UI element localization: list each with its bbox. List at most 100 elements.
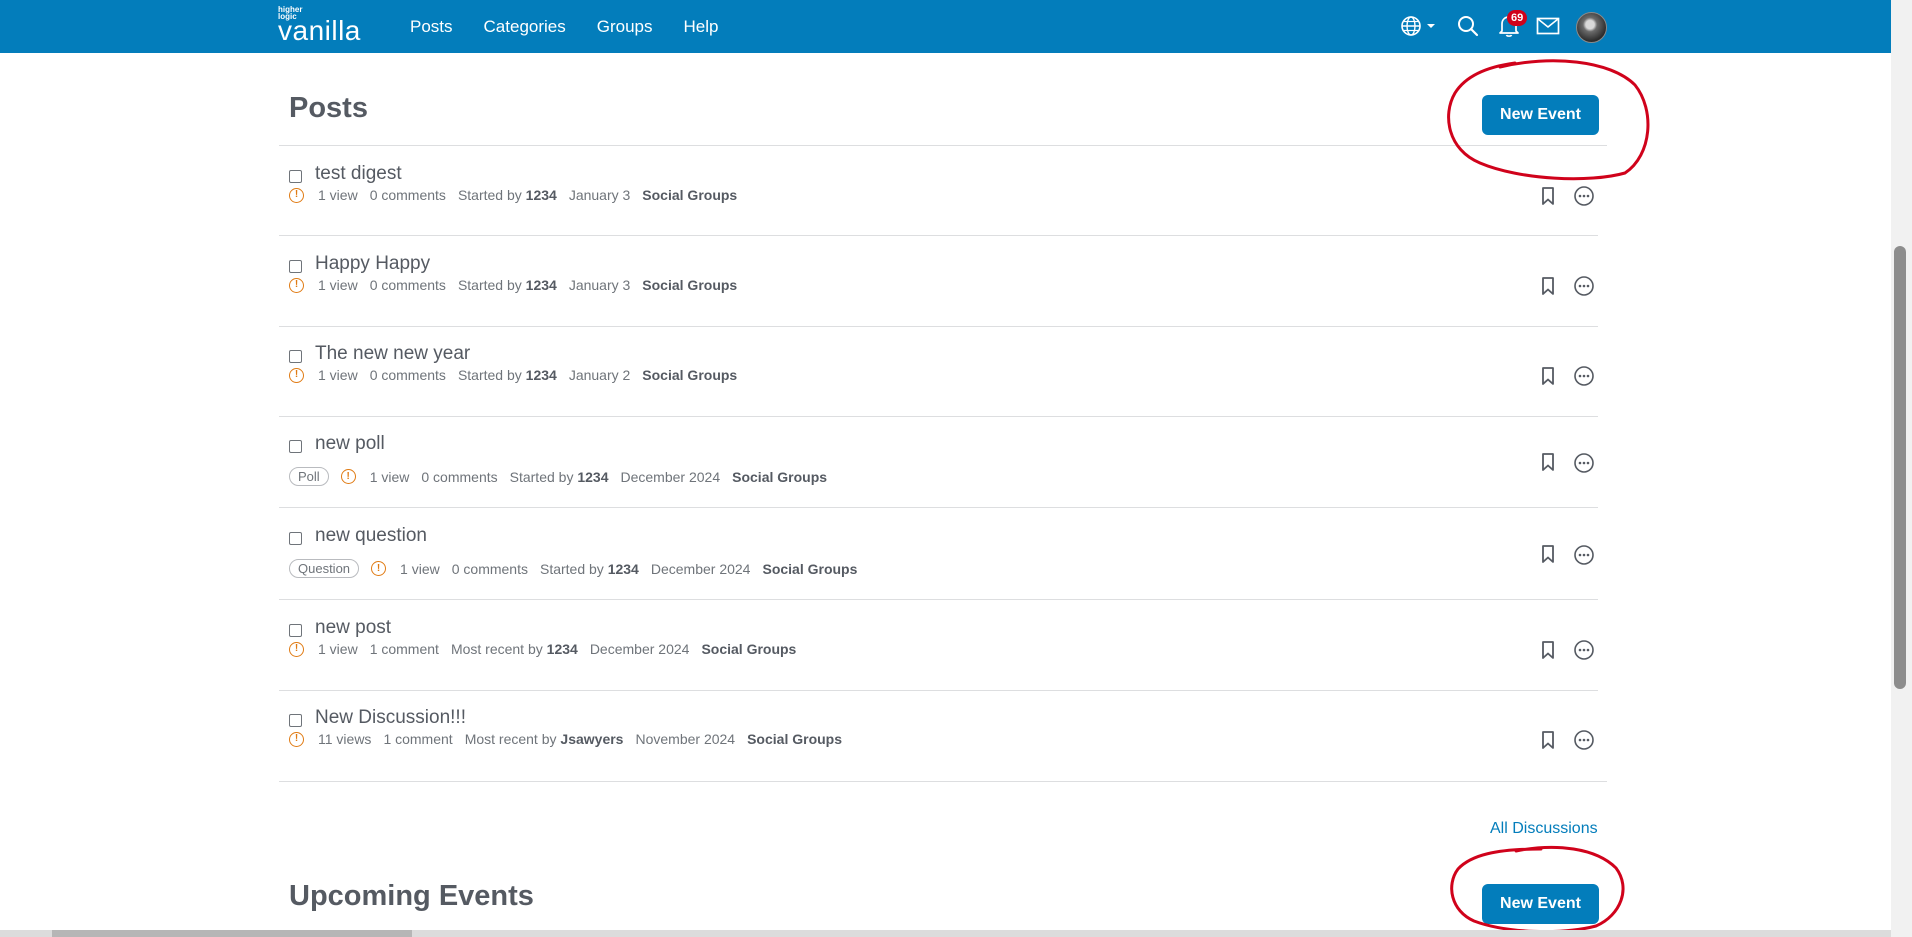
warning-icon: !: [289, 367, 304, 383]
post-row[interactable]: Happy Happy! 1 view 0 comments Started by 1…: [279, 238, 1598, 328]
author-name[interactable]: 1234: [526, 367, 557, 383]
comment-count: 0 comments: [369, 187, 446, 203]
nav-categories[interactable]: Categories: [484, 17, 566, 37]
post-category[interactable]: Social Groups: [642, 187, 737, 203]
post-title[interactable]: Happy Happy: [315, 253, 430, 275]
post-date: January 3: [568, 187, 631, 203]
nav-groups[interactable]: Groups: [597, 17, 653, 37]
select-post-checkbox[interactable]: [289, 532, 302, 545]
logo-main-text: vanilla: [278, 15, 361, 46]
post-type-tag: Poll: [289, 467, 329, 486]
avatar[interactable]: [1576, 12, 1607, 43]
comment-count: 0 comments: [369, 367, 446, 383]
globe-icon: [1401, 16, 1421, 36]
all-discussions-link[interactable]: All Discussions: [1490, 820, 1598, 838]
select-post-checkbox[interactable]: [289, 260, 302, 273]
post-date: December 2024: [650, 560, 751, 577]
post-title[interactable]: The new new year: [315, 343, 470, 365]
row-divider: [279, 235, 1598, 236]
bookmark-icon[interactable]: [1541, 640, 1555, 660]
messages-button[interactable]: [1534, 12, 1562, 40]
new-event-button[interactable]: New Event: [1482, 95, 1599, 135]
top-navigation-bar: higher logic vanilla Posts Categories Gr…: [0, 0, 1891, 53]
bookmark-icon[interactable]: [1541, 366, 1555, 386]
post-date: January 2: [568, 367, 631, 383]
post-meta: ! 1 view 0 comments Started by 1234 January …: [289, 367, 749, 383]
author-info: Started by 1234: [458, 277, 557, 293]
more-options-icon[interactable]: [1573, 185, 1595, 207]
post-meta: ! 11 views 1 comment Most recent by Jsawyer…: [289, 731, 854, 747]
post-type-tag: Question: [289, 559, 360, 578]
author-label: Started by: [509, 468, 574, 485]
scrollbar-thumb[interactable]: [1894, 246, 1906, 689]
search-button[interactable]: [1454, 12, 1482, 40]
warning-icon: !: [289, 641, 304, 657]
comment-count: 0 comments: [369, 277, 446, 293]
language-selector[interactable]: [1398, 12, 1438, 40]
author-name[interactable]: 1234: [526, 187, 557, 203]
author-info: Started by 1234: [510, 469, 609, 485]
vanilla-logo[interactable]: higher logic vanilla: [278, 6, 361, 46]
post-category[interactable]: Social Groups: [732, 469, 827, 485]
author-name[interactable]: 1234: [577, 469, 608, 485]
comment-count: 0 comments: [451, 560, 528, 577]
post-title[interactable]: new question: [315, 525, 427, 547]
bookmark-icon[interactable]: [1541, 276, 1555, 296]
post-row[interactable]: The new new year! 1 view 0 comments Started…: [279, 328, 1598, 418]
more-options-icon[interactable]: [1573, 365, 1595, 387]
author-name[interactable]: Jsawyers: [560, 731, 623, 747]
comment-count: 0 comments: [421, 468, 498, 485]
nav-help[interactable]: Help: [684, 17, 719, 37]
post-meta: Poll! 1 view 0 comments Started by 1234 Dece…: [289, 467, 839, 486]
post-row[interactable]: new post! 1 view 1 comment Most recent by 1…: [279, 602, 1598, 692]
row-divider: [279, 416, 1598, 417]
post-row[interactable]: test digest! 1 view 0 comments Started by 1…: [279, 148, 1598, 238]
bookmark-icon[interactable]: [1541, 544, 1555, 564]
more-options-icon[interactable]: [1573, 275, 1595, 297]
warning-icon: !: [340, 469, 356, 484]
bookmark-icon[interactable]: [1541, 730, 1555, 750]
more-options-icon[interactable]: [1573, 639, 1595, 661]
select-post-checkbox[interactable]: [289, 714, 302, 727]
more-options-icon[interactable]: [1573, 544, 1595, 566]
author-label: Most recent by: [450, 641, 543, 657]
post-title[interactable]: new post: [315, 617, 391, 639]
post-row[interactable]: new question Question! 1 view 0 comments Sta…: [279, 510, 1598, 600]
post-title[interactable]: new poll: [315, 433, 385, 455]
horizontal-scrollbar[interactable]: [0, 930, 1891, 937]
author-name[interactable]: 1234: [526, 277, 557, 293]
post-category[interactable]: Social Groups: [747, 731, 842, 747]
author-info: Most recent by Jsawyers: [465, 731, 624, 747]
more-options-icon[interactable]: [1573, 452, 1595, 474]
select-post-checkbox[interactable]: [289, 350, 302, 363]
post-category[interactable]: Social Groups: [642, 367, 737, 383]
author-name[interactable]: 1234: [608, 561, 639, 577]
view-count: 1 view: [400, 560, 440, 577]
post-date: December 2024: [589, 641, 690, 657]
author-name[interactable]: 1234: [547, 641, 578, 657]
post-row[interactable]: New Discussion!!! ! 11 views 1 comment Most …: [279, 692, 1598, 782]
post-category[interactable]: Social Groups: [762, 561, 857, 577]
view-count: 1 view: [318, 367, 358, 383]
warning-icon: !: [371, 561, 387, 576]
section-divider: [279, 781, 1607, 782]
select-post-checkbox[interactable]: [289, 624, 302, 637]
bookmark-icon[interactable]: [1541, 452, 1555, 472]
warning-icon: !: [289, 731, 304, 747]
select-post-checkbox[interactable]: [289, 440, 302, 453]
row-divider: [279, 599, 1598, 600]
nav-posts[interactable]: Posts: [410, 17, 453, 37]
warning-icon: !: [289, 187, 304, 203]
select-post-checkbox[interactable]: [289, 170, 302, 183]
post-category[interactable]: Social Groups: [642, 277, 737, 293]
bookmark-icon[interactable]: [1541, 186, 1555, 206]
post-row[interactable]: new poll Poll! 1 view 0 comments Started by …: [279, 418, 1598, 508]
events-section-title: Upcoming Events: [289, 880, 534, 912]
post-title[interactable]: test digest: [315, 163, 402, 185]
post-category[interactable]: Social Groups: [701, 641, 796, 657]
post-title[interactable]: New Discussion!!!: [315, 707, 466, 729]
posts-section-title: Posts: [289, 92, 368, 124]
new-event-button-events[interactable]: New Event: [1482, 884, 1599, 924]
horizontal-scrollbar-thumb[interactable]: [52, 930, 412, 937]
more-options-icon[interactable]: [1573, 729, 1595, 751]
